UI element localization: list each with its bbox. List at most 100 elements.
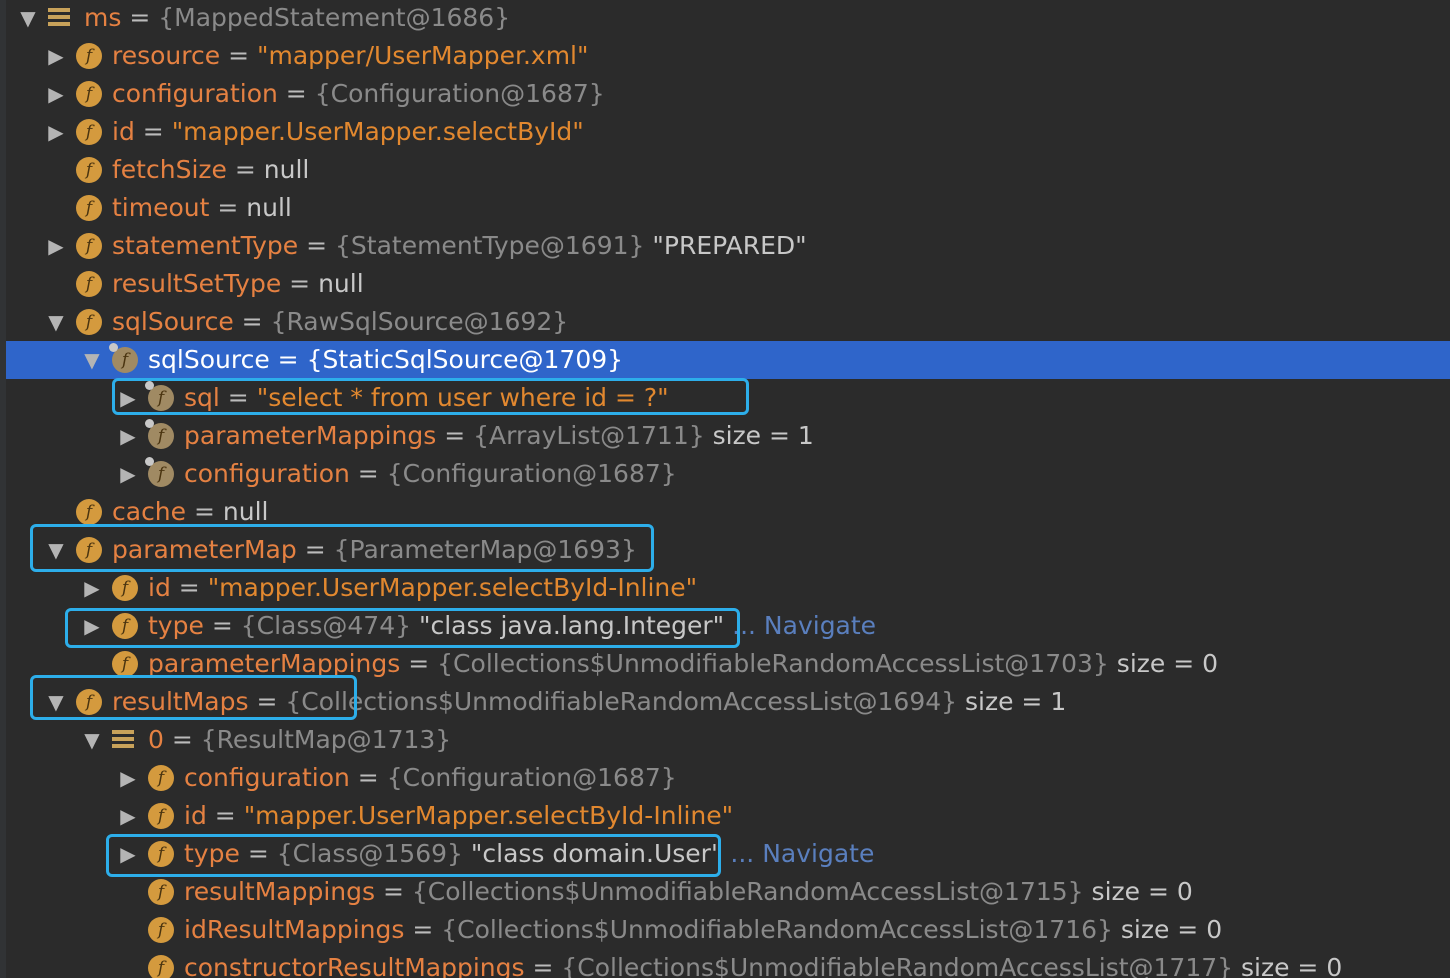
variable-name: resultSetType (112, 269, 282, 298)
variable-name: fetchSize (112, 155, 227, 184)
variable-name: idResultMappings (184, 915, 405, 944)
variable-extra: size = 0 (1116, 649, 1219, 678)
tree-row[interactable]: f resultMappings = {Collections$Unmodifia… (6, 873, 1450, 911)
variable-eq: = (234, 155, 256, 184)
expand-arrow-icon[interactable]: ▶ (44, 37, 68, 75)
tree-row[interactable]: ▼ 0 = {ResultMap@1713} (6, 721, 1450, 759)
tree-row[interactable]: f timeout = null (6, 189, 1450, 227)
tree-row[interactable]: f resultSetType = null (6, 265, 1450, 303)
tree-row[interactable]: f constructorResultMappings = {Collection… (6, 949, 1450, 978)
expand-arrow-icon[interactable]: ▶ (44, 113, 68, 151)
variable-plain: null (318, 269, 364, 298)
expand-arrow-icon[interactable]: ▶ (44, 227, 68, 265)
variable-extra: size = 1 (965, 687, 1067, 716)
variable-ref: {MappedStatement@1686} (158, 3, 511, 32)
navigate-link[interactable]: ... Navigate (730, 839, 874, 868)
collapse-arrow-icon[interactable]: ▼ (44, 303, 68, 341)
expand-arrow-icon[interactable]: ▶ (116, 797, 140, 835)
tree-row[interactable]: ▶ f id = "mapper.UserMapper.selectById-Inl… (6, 569, 1450, 607)
highlight-box-sql (112, 378, 749, 415)
variable-eq: = (214, 801, 236, 830)
variable-eq: = (408, 649, 430, 678)
row-content: configuration = {Configuration@1687} (184, 759, 677, 797)
variable-name: 0 (148, 725, 164, 754)
variable-name: sqlSource (112, 307, 234, 336)
row-content: id = "mapper.UserMapper.selectById-Inlin… (148, 569, 697, 607)
variable-extra: size = 0 (1091, 877, 1193, 906)
tree-row[interactable]: ▶ f id = "mapper.UserMapper.selectById-Inl… (6, 797, 1450, 835)
expand-arrow-icon[interactable]: ▶ (116, 759, 140, 797)
variable-str: "mapper.UserMapper.selectById-Inline" (243, 801, 734, 830)
variable-name: configuration (112, 79, 278, 108)
expand-arrow-icon[interactable]: ▶ (80, 569, 104, 607)
row-content: parameterMappings = {ArrayList@1711} siz… (184, 417, 814, 455)
variable-name: configuration (184, 763, 350, 792)
collapse-arrow-icon[interactable]: ▼ (80, 341, 104, 379)
tree-row[interactable]: ▼ ms = {MappedStatement@1686} (6, 0, 1450, 37)
field-icon: f (76, 195, 102, 221)
variable-ref: {StatementType@1691} (335, 231, 645, 260)
variable-eq: = (228, 41, 250, 70)
variable-name: id (184, 801, 207, 830)
list-icon (112, 730, 134, 750)
row-content: id = "mapper.UserMapper.selectById-Inlin… (184, 797, 733, 835)
collapse-arrow-icon[interactable]: ▼ (80, 721, 104, 759)
expand-arrow-icon[interactable]: ▶ (116, 417, 140, 455)
field-icon: f (76, 157, 102, 183)
variable-name: timeout (112, 193, 210, 222)
variable-eq: = (412, 915, 434, 944)
tree-row[interactable]: f idResultMappings = {Collections$Unmodif… (6, 911, 1450, 949)
row-content: configuration = {Configuration@1687} (112, 75, 605, 113)
variable-str: "mapper.UserMapper.selectById-Inline" (207, 573, 698, 602)
field-icon: f (112, 651, 138, 677)
field-icon: f (76, 309, 102, 335)
navigate-link[interactable]: ... Navigate (732, 611, 876, 640)
variables-tree[interactable]: ▼ ms = {MappedStatement@1686} ▶ f resource … (0, 0, 1450, 978)
field-icon: f (76, 119, 102, 145)
field-icon-pinned: f (145, 419, 174, 449)
expand-arrow-icon[interactable]: ▶ (116, 455, 140, 493)
row-content: configuration = {Configuration@1687} (184, 455, 677, 493)
field-icon: f (76, 43, 102, 69)
tree-row[interactable]: f fetchSize = null (6, 151, 1450, 189)
tree-row[interactable]: ▶ f resource = "mapper/UserMapper.xml" (6, 37, 1450, 75)
row-content: fetchSize = null (112, 151, 309, 189)
field-icon: f (148, 803, 174, 829)
tree-row[interactable]: ▶ f configuration = {Configuration@1687} (6, 759, 1450, 797)
variable-eq: = (241, 307, 263, 336)
variable-plain: null (246, 193, 292, 222)
tree-row[interactable]: ▶ f parameterMappings = {ArrayList@1711} s… (6, 417, 1450, 455)
variable-plain: null (263, 155, 310, 184)
variable-eq: = (444, 421, 466, 450)
tree-row[interactable]: ▼ f sqlSource = {RawSqlSource@1692} (6, 303, 1450, 341)
tree-row[interactable]: ▶ f id = "mapper.UserMapper.selectById" (6, 113, 1450, 151)
highlight-box-resultmap-type (106, 834, 721, 877)
expand-arrow-icon[interactable]: ▶ (44, 75, 68, 113)
row-content: sqlSource = {RawSqlSource@1692} (112, 303, 568, 341)
tree-row[interactable]: ▶ f configuration = {Configuration@1687} (6, 455, 1450, 493)
variable-name: parameterMappings (184, 421, 437, 450)
variable-name: id (148, 573, 171, 602)
variable-extra: size = 0 (1120, 915, 1223, 944)
variable-str: "mapper/UserMapper.xml" (257, 41, 589, 70)
row-content: sqlSource = {StaticSqlSource@1709} (148, 341, 623, 379)
variable-eq: = (178, 573, 200, 602)
row-content: statementType = {StatementType@1691} "PR… (112, 227, 807, 265)
tree-row[interactable]: ▶ f statementType = {StatementType@1691} "… (6, 227, 1450, 265)
variable-eq: = (306, 231, 328, 260)
variable-name: statementType (112, 231, 299, 260)
tree-row[interactable]: ▶ f configuration = {Configuration@1687} (6, 75, 1450, 113)
highlight-box-resultmaps (30, 675, 357, 720)
row-content: resultMappings = {Collections$Unmodifiab… (184, 873, 1193, 911)
field-icon: f (76, 499, 102, 525)
field-icon: f (148, 765, 174, 791)
field-icon: f (76, 81, 102, 107)
variable-eq: = (277, 345, 299, 374)
variable-eq: = (357, 763, 379, 792)
variable-ref: {Configuration@1687} (314, 79, 605, 108)
collapse-arrow-icon[interactable]: ▼ (16, 0, 40, 37)
tree-row[interactable]: ▼ f sqlSource = {StaticSqlSource@1709} (6, 341, 1450, 379)
variable-eq: = (217, 193, 239, 222)
variable-ref: {RawSqlSource@1692} (270, 307, 569, 336)
variable-extra: "PREPARED" (652, 231, 807, 260)
